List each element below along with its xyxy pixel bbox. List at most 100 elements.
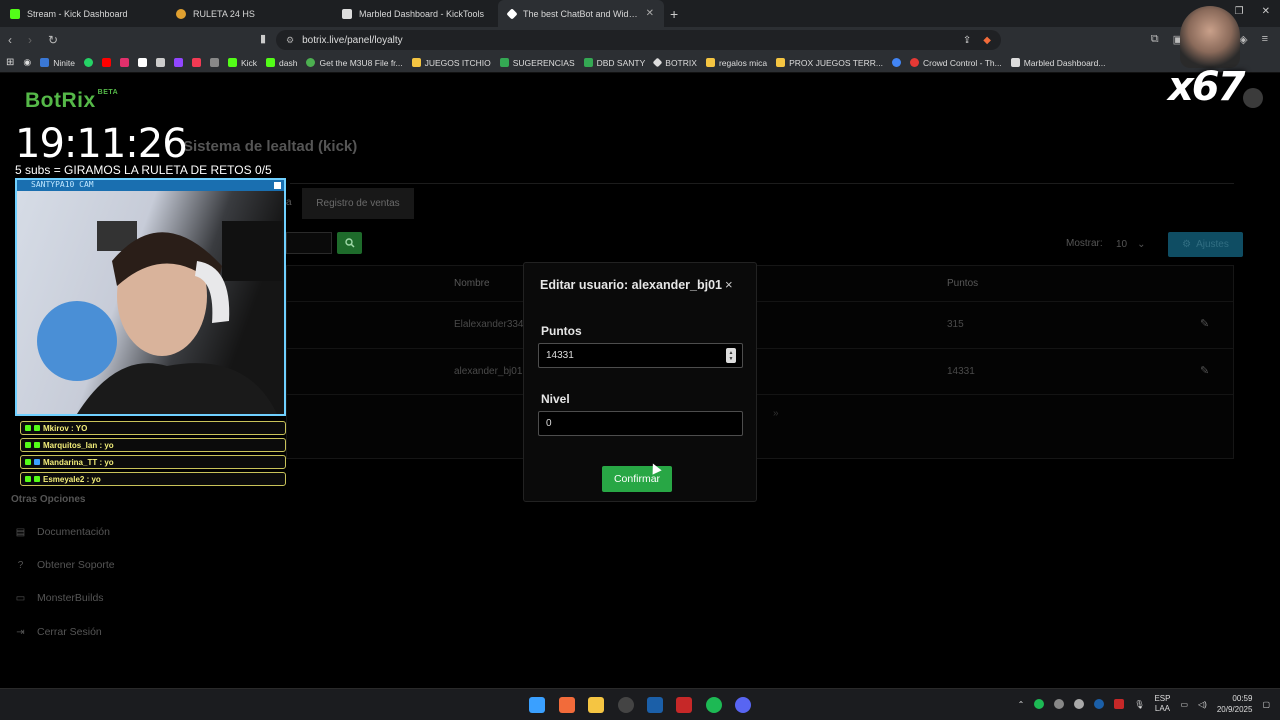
bookmark-item[interactable]: Ninite bbox=[40, 58, 75, 68]
tab-registro-ventas[interactable]: Registro de ventas bbox=[302, 188, 414, 219]
discord-icon[interactable] bbox=[735, 697, 751, 713]
obs-icon[interactable] bbox=[618, 697, 634, 713]
extensions-icon[interactable]: ⧉ bbox=[1151, 33, 1159, 46]
sidebar-item-monsterbuilds[interactable]: ▭ MonsterBuilds bbox=[15, 592, 104, 604]
close-window-icon[interactable]: ✕ bbox=[1262, 6, 1270, 17]
folder-icon[interactable] bbox=[588, 697, 604, 713]
bookmark-item[interactable]: Marbled Dashboard... bbox=[1010, 58, 1105, 68]
close-tab-icon[interactable]: ✕ bbox=[646, 8, 654, 19]
bookmark-icon[interactable]: ▮ bbox=[260, 32, 266, 45]
otras-opciones-heading: Otras Opciones bbox=[11, 494, 86, 505]
tray-chevron-up-icon[interactable]: ⌃ bbox=[1018, 700, 1025, 709]
tab-kick-dashboard[interactable]: Stream - Kick Dashboard bbox=[0, 0, 166, 27]
steam-icon[interactable] bbox=[647, 697, 663, 713]
bookmark-item[interactable]: BOTRIX bbox=[652, 58, 697, 68]
bolt-icon[interactable] bbox=[191, 58, 201, 67]
volume-icon[interactable]: ◁) bbox=[1198, 700, 1207, 709]
chevron-down-icon: ⌄ bbox=[1137, 238, 1146, 250]
bookmark-item[interactable]: Crowd Control - Th... bbox=[909, 58, 1002, 68]
site-info-icon[interactable]: ⚙ bbox=[286, 35, 294, 46]
number-stepper[interactable]: ▲ ▼ bbox=[726, 348, 736, 363]
tiktok-icon[interactable] bbox=[137, 58, 147, 67]
tab-marbled[interactable]: Marbled Dashboard - KickTools bbox=[332, 0, 498, 27]
loyalty-table: Nombre Puntos Elalexander334 315 ✎ alexa… bbox=[286, 265, 1234, 459]
new-tab-button[interactable]: + bbox=[670, 6, 678, 22]
puntos-label: Puntos bbox=[541, 324, 582, 338]
vpn-icon[interactable]: ◈ bbox=[1239, 33, 1247, 46]
obs-tray-icon[interactable] bbox=[1054, 699, 1065, 709]
brave-shield-icon[interactable]: ◆ bbox=[983, 35, 991, 46]
bookmark-item[interactable]: dash bbox=[266, 58, 297, 68]
bookmark-item[interactable]: SUGERENCIAS bbox=[499, 58, 575, 68]
mic-icon[interactable]: 🎙 bbox=[1134, 700, 1144, 709]
search-input[interactable] bbox=[286, 232, 332, 254]
tab-loyalty-partial[interactable]: a bbox=[286, 197, 292, 208]
brave-icon[interactable] bbox=[559, 697, 575, 713]
forward-icon[interactable]: › bbox=[28, 33, 32, 47]
gmail-icon[interactable] bbox=[209, 58, 219, 67]
botrix-logo[interactable]: BotRix BETA bbox=[25, 89, 118, 113]
webcam-square-icon bbox=[274, 182, 281, 189]
instagram-icon[interactable] bbox=[119, 58, 129, 67]
whatsapp-icon[interactable] bbox=[83, 58, 93, 67]
close-icon[interactable]: × bbox=[725, 277, 733, 292]
menu-icon[interactable]: ≡ bbox=[1262, 33, 1268, 46]
reload-icon[interactable]: ↻ bbox=[48, 33, 58, 47]
nivel-input[interactable] bbox=[538, 411, 743, 436]
avatar bbox=[1243, 88, 1263, 108]
search-icon bbox=[344, 238, 355, 248]
bookmark-item[interactable]: DBD SANTY bbox=[583, 58, 645, 68]
youtube-icon[interactable] bbox=[101, 58, 111, 67]
language-indicator[interactable]: ESP LAA bbox=[1154, 694, 1170, 714]
start-icon[interactable] bbox=[529, 697, 545, 713]
pagination-next[interactable]: » bbox=[773, 408, 779, 419]
puntos-input[interactable] bbox=[538, 343, 743, 368]
taskbar-clock[interactable]: 00:59 20/9/2025 bbox=[1217, 693, 1253, 715]
logout-icon: ⇥ bbox=[16, 626, 25, 638]
url-bar[interactable]: ⚙ botrix.live/panel/loyalty ⇪ ◆ bbox=[276, 30, 1001, 50]
page-size-select[interactable]: 10 ⌄ bbox=[1110, 233, 1156, 255]
edit-pencil-icon[interactable]: ✎ bbox=[1200, 317, 1209, 330]
spotify-tray-icon[interactable] bbox=[1034, 699, 1045, 709]
share-icon[interactable]: ⇪ bbox=[963, 35, 971, 46]
tab-botrix[interactable]: The best ChatBot and Widgets f ✕ bbox=[498, 0, 664, 27]
twitch-icon[interactable] bbox=[173, 58, 183, 67]
chat-message: Mkirov : YO bbox=[20, 421, 286, 435]
ruleta-favicon-icon bbox=[176, 8, 186, 19]
video-app-icon[interactable] bbox=[676, 697, 692, 713]
bookmark-globe-icon[interactable]: ◉ bbox=[23, 57, 31, 68]
edit-pencil-icon[interactable]: ✎ bbox=[1200, 364, 1209, 377]
mostrar-label: Mostrar: bbox=[1066, 238, 1103, 249]
network-icon[interactable]: ▭ bbox=[1180, 700, 1188, 709]
app-tray-icon[interactable] bbox=[1074, 699, 1085, 709]
grid-favicon-icon bbox=[342, 8, 352, 19]
url-text[interactable]: botrix.live/panel/loyalty bbox=[302, 35, 403, 46]
bookmark-folder[interactable]: JUEGOS ITCHIO bbox=[411, 58, 491, 68]
spotify-icon[interactable] bbox=[706, 697, 722, 713]
back-icon[interactable]: ‹ bbox=[8, 33, 12, 47]
tab-ruleta[interactable]: RULETA 24 HS bbox=[166, 0, 332, 27]
search-button[interactable] bbox=[337, 232, 362, 254]
bookmark-item[interactable]: Kick bbox=[227, 58, 257, 68]
sub-badge-icon bbox=[34, 459, 40, 465]
apps-grid-icon[interactable]: ⊞ bbox=[6, 57, 14, 68]
steam-tray-icon[interactable] bbox=[1094, 699, 1105, 709]
chat-overlay: Mkirov : YO Marquitos_lan : yo Mandarina… bbox=[20, 421, 286, 489]
x-icon[interactable] bbox=[155, 58, 165, 67]
sidebar-item-cerrar-sesion[interactable]: ⇥ Cerrar Sesión bbox=[15, 626, 101, 638]
tray-app-icon[interactable] bbox=[1114, 699, 1125, 709]
table-cell-puntos: 315 bbox=[947, 319, 964, 330]
sidebar-item-documentacion[interactable]: ▤ Documentación bbox=[15, 526, 110, 538]
chevron-down-icon[interactable]: ▼ bbox=[729, 356, 734, 362]
bookmark-item[interactable]: Get the M3U8 File fr... bbox=[306, 58, 403, 68]
sidebar-item-soporte[interactable]: ? Obtener Soporte bbox=[15, 559, 115, 571]
notification-icon[interactable]: ▢ bbox=[1262, 700, 1270, 709]
tab-title: Stream - Kick Dashboard bbox=[27, 8, 128, 19]
modal-title: Editar usuario: alexander_bj01 bbox=[540, 278, 723, 292]
maximize-icon[interactable]: ❐ bbox=[1235, 6, 1244, 17]
bookmark-folder[interactable]: PROX JUEGOS TERR... bbox=[776, 58, 883, 68]
ajustes-button[interactable]: ⚙ Ajustes bbox=[1168, 232, 1243, 257]
google-icon[interactable] bbox=[891, 58, 901, 67]
bookmark-folder[interactable]: regalos mica bbox=[705, 58, 767, 68]
monitor-icon: ▭ bbox=[15, 592, 26, 604]
